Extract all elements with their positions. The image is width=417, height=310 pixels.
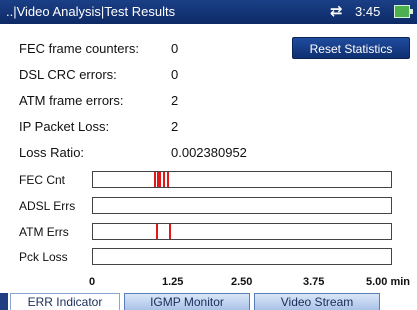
stat-label-dsl-crc: DSL CRC errors: xyxy=(19,67,117,82)
battery-icon xyxy=(394,5,413,18)
row-label-pck-loss: Pck Loss xyxy=(19,250,68,264)
error-event-mark xyxy=(156,224,158,239)
error-event-mark xyxy=(169,224,171,239)
row-label-fec-cnt: FEC Cnt xyxy=(19,173,66,187)
reset-statistics-button[interactable]: Reset Statistics xyxy=(292,37,410,59)
stat-label-atm: ATM frame errors: xyxy=(19,93,124,108)
network-arrows-icon: ⇄ xyxy=(330,3,343,20)
row-label-atm-errs: ATM Errs xyxy=(19,225,69,239)
error-event-mark xyxy=(167,172,169,187)
tab-video-stream[interactable]: Video Stream xyxy=(254,293,380,310)
x-tick-label: 1.25 xyxy=(162,276,184,288)
stat-label-loss-ratio: Loss Ratio: xyxy=(19,145,85,160)
x-tick-label: 5.00 min xyxy=(366,276,411,288)
row-label-adsl-errs: ADSL Errs xyxy=(19,199,76,213)
tab-bar: ERR Indicator IGMP Monitor Video Stream xyxy=(0,293,417,310)
error-event-mark xyxy=(159,172,161,187)
tab-err-indicator[interactable]: ERR Indicator xyxy=(10,293,120,310)
timeline-track-adsl-errs xyxy=(92,197,392,214)
timeline-track-fec-cnt xyxy=(92,171,392,188)
x-tick-label: 3.75 xyxy=(303,276,325,288)
title-bar: ..|Video Analysis|Test Results ⇄ 3:45 xyxy=(0,0,417,24)
tab-scroll-left-icon[interactable] xyxy=(0,293,8,310)
clock-time: 3:45 xyxy=(355,4,381,19)
stat-value-loss-ratio: 0.002380952 xyxy=(171,145,247,160)
stat-label-ip-loss: IP Packet Loss: xyxy=(19,119,110,134)
window-title: ..|Video Analysis|Test Results xyxy=(6,4,176,19)
error-event-mark xyxy=(154,172,156,187)
timeline-track-atm-errs xyxy=(92,223,392,240)
stat-label-fec: FEC frame counters: xyxy=(19,41,139,56)
error-event-mark xyxy=(163,172,165,187)
stat-value-atm: 2 xyxy=(171,93,179,108)
stat-value-fec: 0 xyxy=(171,41,179,56)
x-tick-label: 0 xyxy=(89,276,96,288)
stat-value-dsl-crc: 0 xyxy=(171,67,179,82)
x-tick-label: 2.50 xyxy=(231,276,253,288)
timeline-track-pck-loss xyxy=(92,248,392,265)
tab-igmp-monitor[interactable]: IGMP Monitor xyxy=(124,293,250,310)
stat-value-ip-loss: 2 xyxy=(171,119,179,134)
